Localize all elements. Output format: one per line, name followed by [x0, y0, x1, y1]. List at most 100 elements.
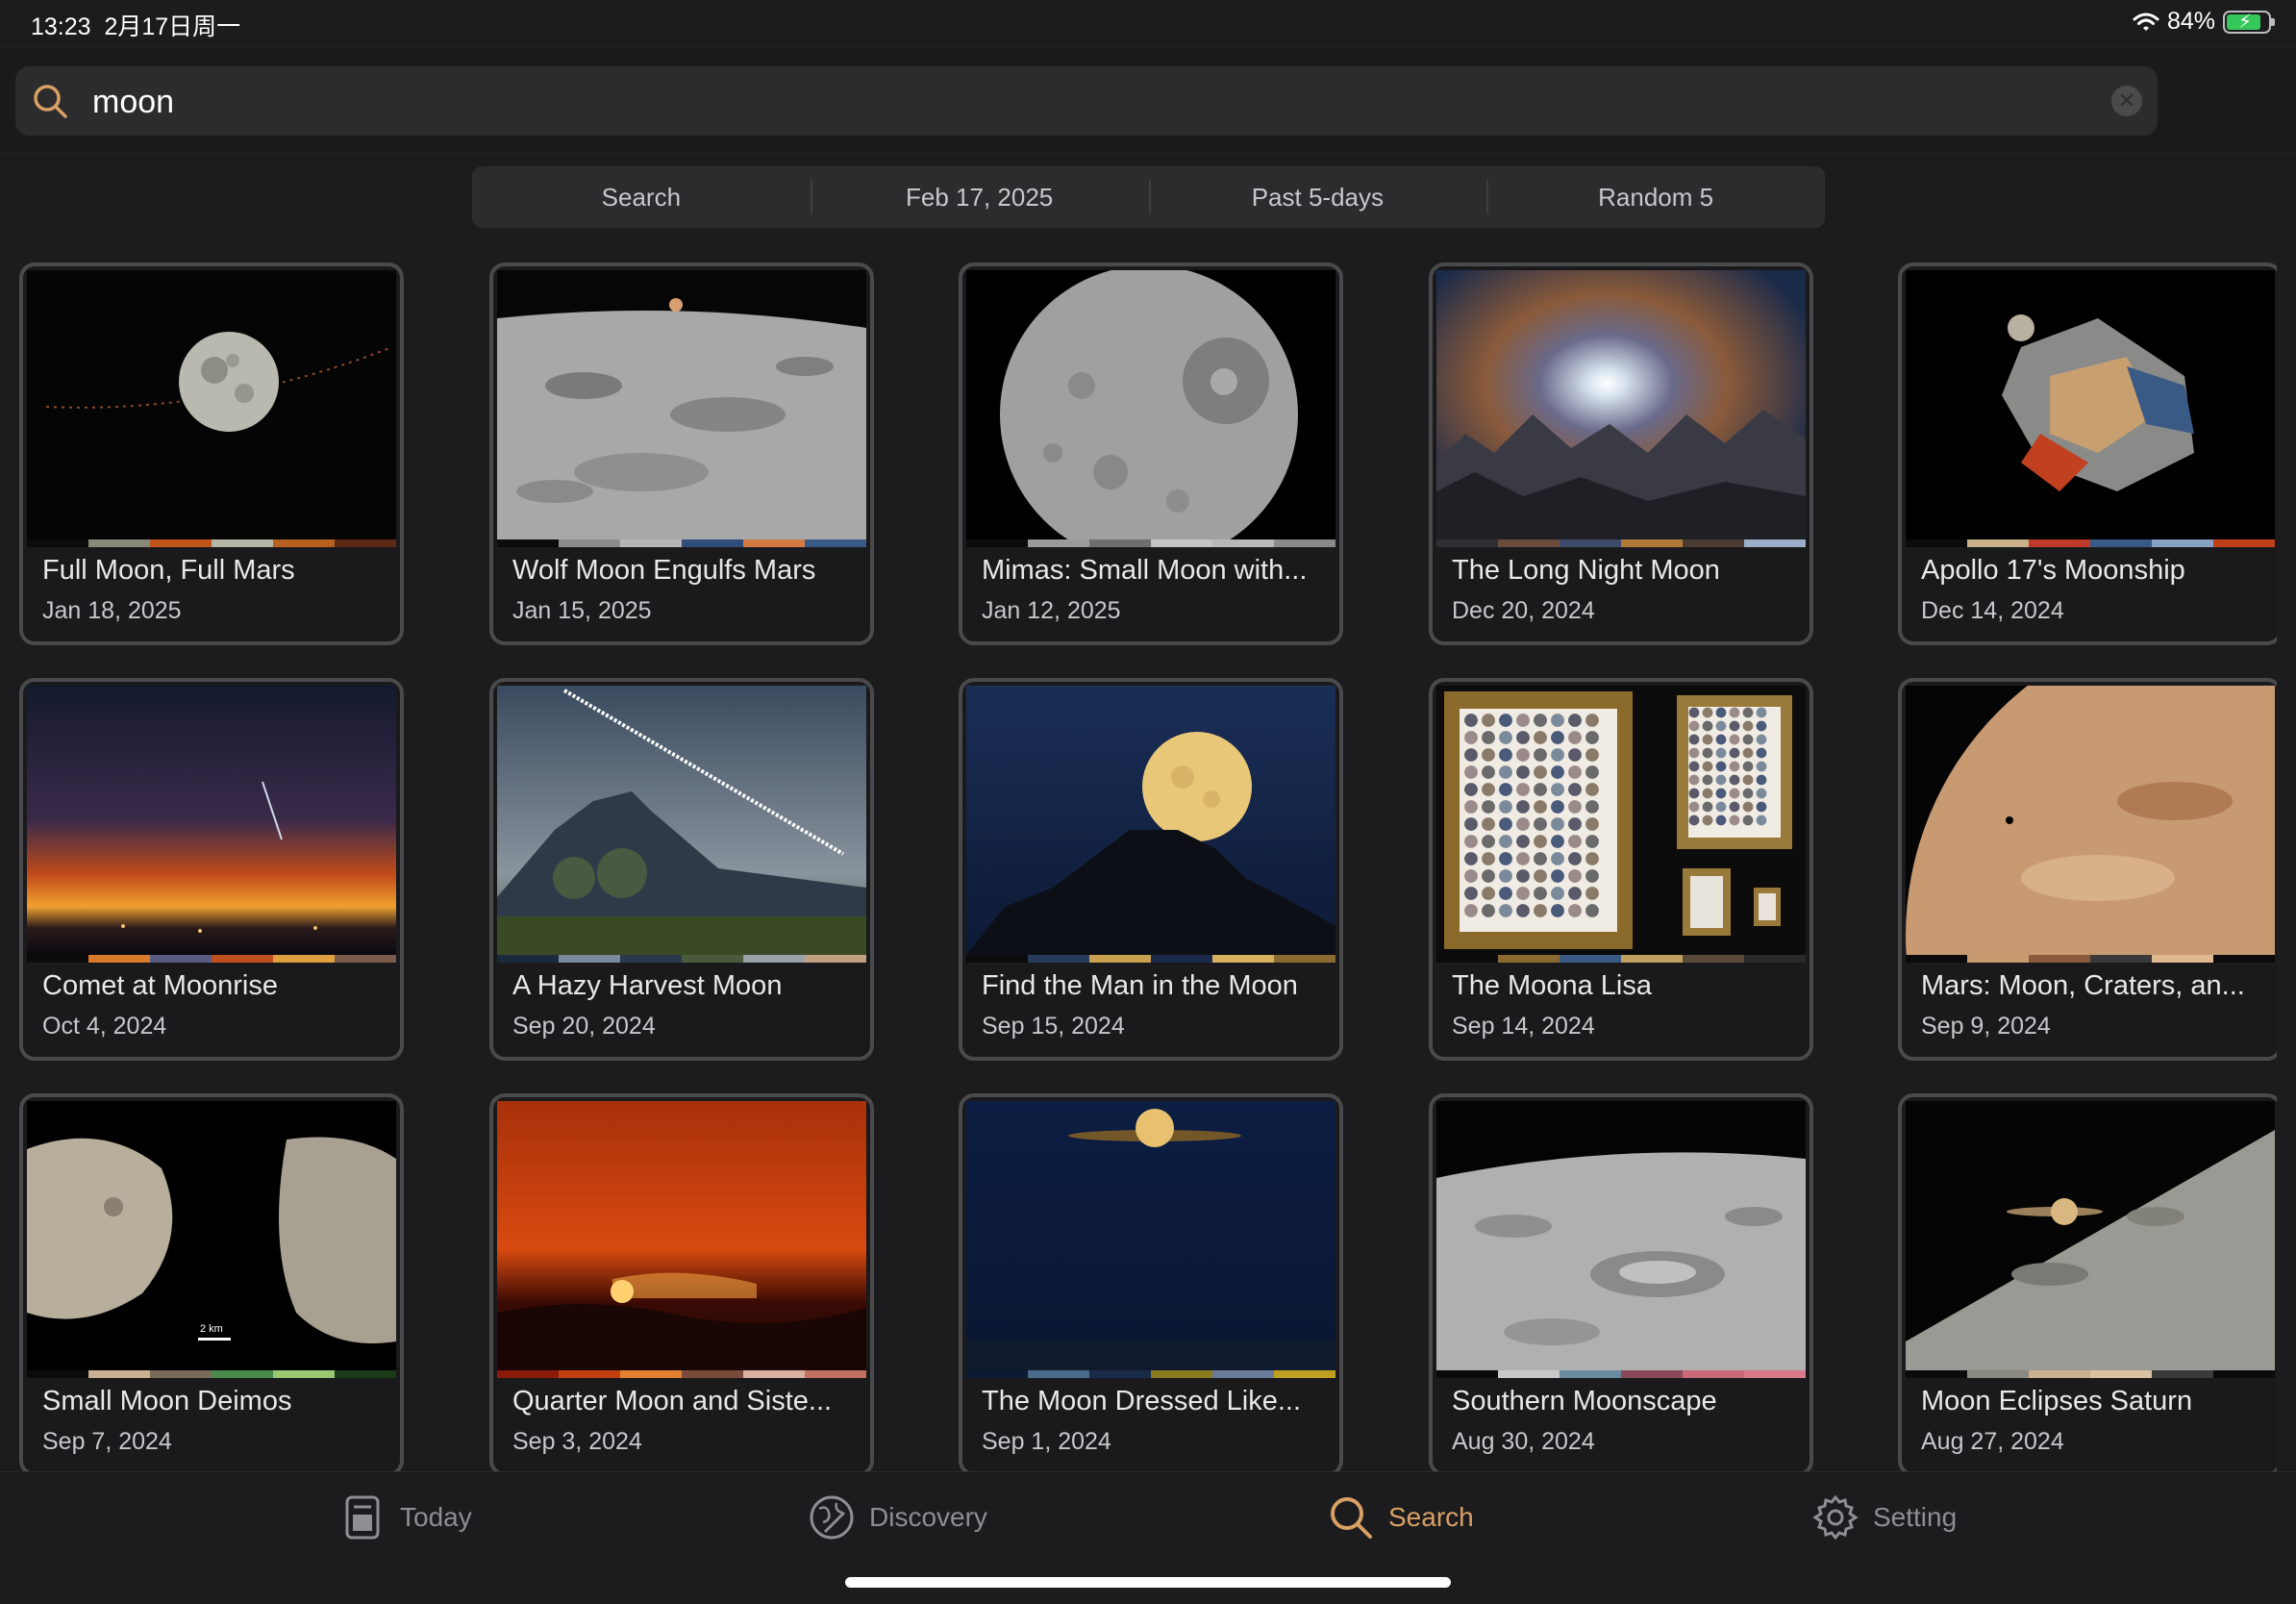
- color-palette-strip: [1436, 1370, 1806, 1378]
- color-palette-strip: [497, 955, 866, 963]
- result-card[interactable]: A Hazy Harvest Moon Sep 20, 2024: [489, 678, 874, 1061]
- palette-swatch: [682, 539, 743, 547]
- result-title: A Hazy Harvest Moon: [512, 970, 783, 1001]
- result-thumbnail: [966, 686, 1335, 955]
- result-date: Aug 30, 2024: [1452, 1428, 1595, 1455]
- palette-swatch: [150, 539, 212, 547]
- result-thumbnail: [966, 270, 1335, 539]
- color-palette-strip: [27, 1370, 396, 1378]
- result-date: Dec 14, 2024: [1921, 597, 2064, 624]
- palette-swatch: [1744, 1370, 1806, 1378]
- palette-swatch: [88, 955, 150, 963]
- color-palette-strip: [1436, 539, 1806, 547]
- palette-swatch: [2029, 955, 2090, 963]
- palette-swatch: [273, 955, 335, 963]
- segment-random-5[interactable]: Random 5: [1486, 166, 1825, 228]
- segment-past-5-days[interactable]: Past 5-days: [1148, 166, 1487, 228]
- tab-today[interactable]: Today: [338, 1493, 472, 1541]
- palette-swatch: [1089, 539, 1151, 547]
- color-palette-strip: [497, 539, 866, 547]
- result-date: Jan 15, 2025: [512, 597, 652, 624]
- palette-swatch: [559, 539, 620, 547]
- result-date: Jan 12, 2025: [982, 597, 1121, 624]
- result-card[interactable]: Find the Man in the Moon Sep 15, 2024: [959, 678, 1343, 1061]
- palette-swatch: [966, 955, 1028, 963]
- result-title: Apollo 17's Moonship: [1921, 555, 2185, 586]
- palette-swatch: [212, 1370, 273, 1378]
- palette-swatch: [1436, 955, 1498, 963]
- palette-swatch: [1621, 1370, 1683, 1378]
- battery-percent: 84%: [2166, 8, 2215, 35]
- palette-swatch: [1906, 539, 1967, 547]
- palette-swatch: [1274, 1370, 1335, 1378]
- palette-swatch: [743, 955, 805, 963]
- palette-swatch: [1436, 539, 1498, 547]
- results-grid: Full Moon, Full Mars Jan 18, 2025 Wolf Mo…: [19, 263, 2277, 1471]
- tab-label: Discovery: [869, 1502, 987, 1532]
- result-title: Moon Eclipses Saturn: [1921, 1386, 2193, 1416]
- result-card[interactable]: Full Moon, Full Mars Jan 18, 2025: [19, 263, 404, 645]
- tab-label: Search: [1388, 1502, 1474, 1532]
- result-card[interactable]: Apollo 17's Moonship Dec 14, 2024: [1898, 263, 2277, 645]
- segment-date[interactable]: Feb 17, 2025: [810, 166, 1149, 228]
- status-time: 13:23 2月17日周一: [31, 13, 241, 40]
- svg-text:2 km: 2 km: [200, 1323, 223, 1335]
- tab-setting[interactable]: Setting: [1811, 1493, 1957, 1541]
- color-palette-strip: [1436, 955, 1806, 963]
- palette-swatch: [1967, 1370, 2029, 1378]
- tab-label: Today: [400, 1502, 472, 1532]
- color-palette-strip: [966, 539, 1335, 547]
- palette-swatch: [88, 539, 150, 547]
- result-title: Mars: Moon, Craters, an...: [1921, 970, 2245, 1001]
- palette-swatch: [559, 955, 620, 963]
- palette-swatch: [1089, 1370, 1151, 1378]
- result-thumbnail: [1436, 686, 1806, 955]
- tab-discovery[interactable]: Discovery: [808, 1493, 987, 1541]
- result-card[interactable]: Quarter Moon and Siste... Sep 3, 2024: [489, 1093, 874, 1471]
- palette-swatch: [2152, 539, 2213, 547]
- result-card[interactable]: The Moona Lisa Sep 14, 2024: [1429, 678, 1813, 1061]
- result-title: Comet at Moonrise: [42, 970, 278, 1001]
- palette-swatch: [1089, 955, 1151, 963]
- palette-swatch: [805, 1370, 866, 1378]
- palette-swatch: [1967, 539, 2029, 547]
- result-card[interactable]: The Moon Dressed Like... Sep 1, 2024: [959, 1093, 1343, 1471]
- palette-swatch: [1560, 539, 1621, 547]
- palette-swatch: [1906, 955, 1967, 963]
- result-date: Aug 27, 2024: [1921, 1428, 2064, 1455]
- result-card[interactable]: Moon Eclipses Saturn Aug 27, 2024: [1898, 1093, 2277, 1471]
- result-card[interactable]: Wolf Moon Engulfs Mars Jan 15, 2025: [489, 263, 874, 645]
- result-card[interactable]: 2 km Small Moon Deimos Sep 7, 2024: [19, 1093, 404, 1471]
- palette-swatch: [2152, 955, 2213, 963]
- result-title: The Long Night Moon: [1452, 555, 1720, 586]
- palette-swatch: [212, 539, 273, 547]
- result-card[interactable]: Southern Moonscape Aug 30, 2024: [1429, 1093, 1813, 1471]
- globe-pen-icon: [810, 1495, 854, 1540]
- palette-swatch: [1212, 539, 1274, 547]
- search-input[interactable]: [90, 80, 2017, 124]
- search-field[interactable]: ✕: [15, 66, 2158, 136]
- palette-swatch: [2029, 539, 2090, 547]
- result-title: Small Moon Deimos: [42, 1386, 292, 1416]
- segment-search[interactable]: Search: [472, 166, 811, 228]
- palette-swatch: [559, 1370, 620, 1378]
- palette-swatch: [273, 1370, 335, 1378]
- palette-swatch: [620, 955, 682, 963]
- result-card[interactable]: Mars: Moon, Craters, an... Sep 9, 2024: [1898, 678, 2277, 1061]
- palette-swatch: [743, 539, 805, 547]
- result-title: Wolf Moon Engulfs Mars: [512, 555, 816, 586]
- result-card[interactable]: Comet at Moonrise Oct 4, 2024: [19, 678, 404, 1061]
- color-palette-strip: [1906, 955, 2275, 963]
- result-title: The Moona Lisa: [1452, 970, 1652, 1001]
- result-card[interactable]: The Long Night Moon Dec 20, 2024: [1429, 263, 1813, 645]
- home-indicator: [845, 1577, 1451, 1588]
- palette-swatch: [743, 1370, 805, 1378]
- palette-swatch: [150, 955, 212, 963]
- tab-search[interactable]: Search: [1327, 1493, 1474, 1541]
- result-card[interactable]: Mimas: Small Moon with... Jan 12, 2025: [959, 263, 1343, 645]
- clear-search-button[interactable]: ✕: [2111, 86, 2142, 116]
- result-thumbnail: [27, 270, 396, 539]
- palette-swatch: [1683, 955, 1744, 963]
- palette-swatch: [1498, 1370, 1560, 1378]
- result-date: Dec 20, 2024: [1452, 597, 1595, 624]
